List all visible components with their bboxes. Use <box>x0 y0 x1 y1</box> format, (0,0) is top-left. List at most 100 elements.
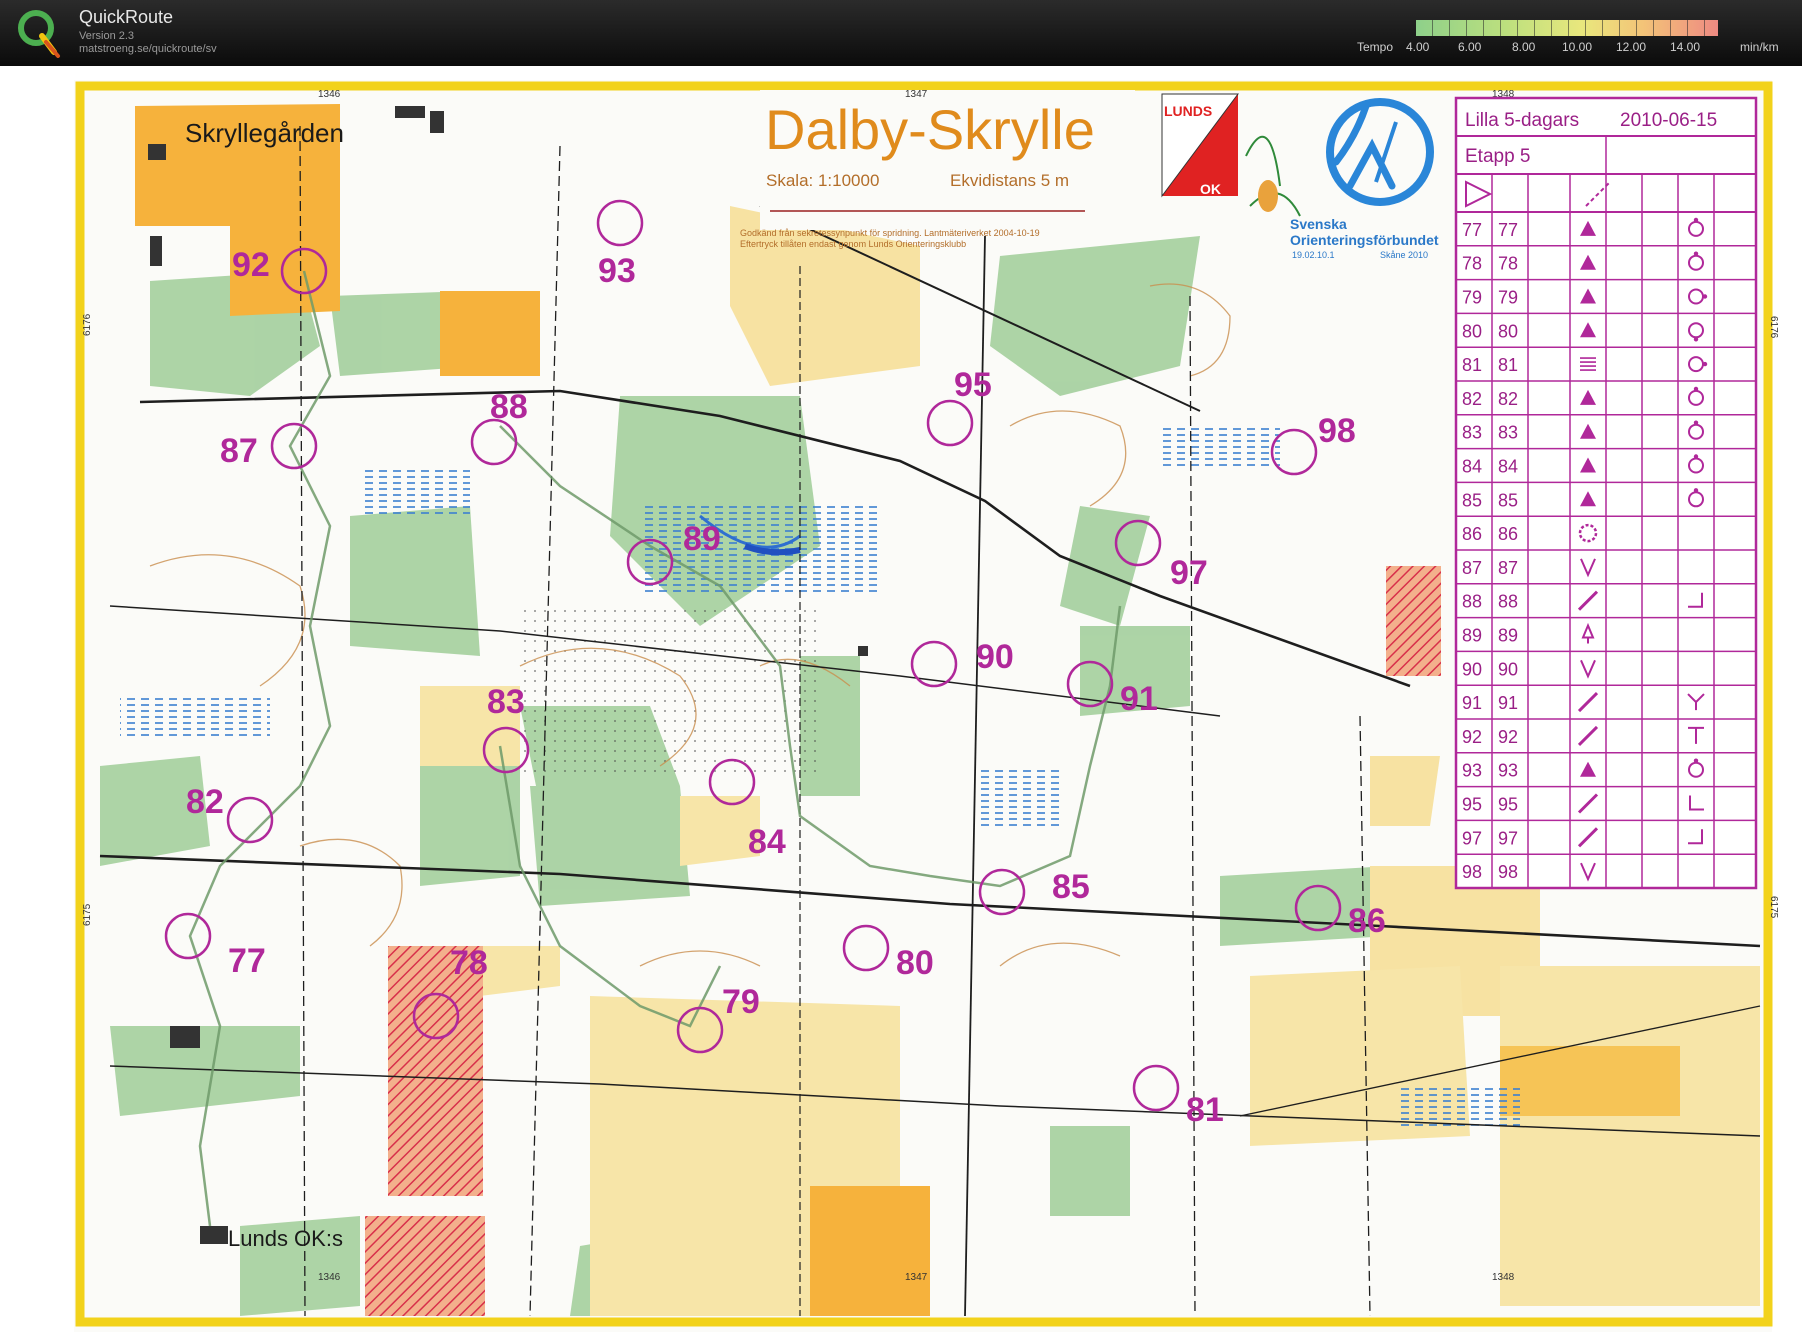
control-seq-number: 79 <box>1462 288 1482 308</box>
app-version: Version 2.3 <box>79 30 135 42</box>
control-seq-number: 78 <box>1462 254 1482 274</box>
control-number: 91 <box>1120 680 1158 718</box>
control-code: 82 <box>1498 389 1518 409</box>
federation-code: 19.02.10.1 <box>1292 250 1335 260</box>
stony-ground <box>520 606 820 776</box>
map-contour-interval: Ekvidistans 5 m <box>950 171 1069 190</box>
control-number: 98 <box>1318 412 1356 450</box>
control-number: 80 <box>896 944 934 982</box>
control-code: 93 <box>1498 761 1518 781</box>
control-seq-number: 83 <box>1462 423 1482 443</box>
club-logo-bottom: OK <box>1200 181 1221 197</box>
grid-label: 6175 <box>82 903 93 926</box>
control-number: 82 <box>186 783 224 821</box>
control-code: 98 <box>1498 862 1518 882</box>
control-number: 93 <box>598 252 636 290</box>
grid-label: 1346 <box>318 1272 341 1283</box>
control-code: 87 <box>1498 558 1518 578</box>
map-title-block: Dalby-Skrylle Skala: 1:10000 Ekvidistans… <box>740 90 1135 249</box>
quickroute-logo-icon <box>18 10 60 58</box>
control-number: 87 <box>220 432 258 470</box>
control-code: 77 <box>1498 220 1518 240</box>
tempo-label: Tempo <box>1357 40 1394 54</box>
map-title: Dalby-Skrylle <box>765 98 1095 161</box>
federation-name-2: Orienteringsförbundet <box>1290 232 1439 248</box>
control-code: 84 <box>1498 457 1518 477</box>
control-code: 89 <box>1498 626 1518 646</box>
control-description-sheet: Lilla 5-dagars 2010-06-15 Etapp 5 77 77 78… <box>1454 96 1758 890</box>
grid-label: 6176 <box>1768 316 1779 339</box>
tempo-tick: 6.00 <box>1458 40 1482 54</box>
control-seq-number: 81 <box>1462 355 1482 375</box>
control-code: 86 <box>1498 524 1518 544</box>
federation-name-1: Svenska <box>1290 216 1347 232</box>
control-code: 95 <box>1498 795 1518 815</box>
grid-label: 1346 <box>318 89 341 100</box>
tempo-tick: 10.00 <box>1562 40 1593 54</box>
app-url[interactable]: matstroeng.se/quickroute/sv <box>79 43 217 55</box>
control-code: 91 <box>1498 693 1518 713</box>
control-number: 78 <box>450 944 488 982</box>
place-name-skryllegarden: Skryllegården <box>185 118 344 148</box>
control-seq-number: 86 <box>1462 524 1482 544</box>
control-number: 84 <box>748 823 786 861</box>
control-number: 88 <box>490 388 528 426</box>
control-code: 97 <box>1498 828 1518 848</box>
app-name: QuickRoute <box>79 7 174 27</box>
grid-label: 1348 <box>1492 1272 1515 1283</box>
control-seq-number: 89 <box>1462 626 1482 646</box>
tempo-tick: 12.00 <box>1616 40 1647 54</box>
control-code: 88 <box>1498 592 1518 612</box>
control-number: 85 <box>1052 868 1090 906</box>
control-number: 81 <box>1186 1091 1224 1129</box>
control-number: 89 <box>683 520 721 558</box>
grid-label: 6175 <box>1768 896 1779 919</box>
control-seq-number: 77 <box>1462 220 1482 240</box>
control-seq-number: 97 <box>1462 828 1482 848</box>
control-number: 90 <box>976 638 1014 676</box>
grid-label: 1347 <box>905 89 928 100</box>
map-fine-print: Godkänd från sekretessynpunkt för spridn… <box>740 228 1040 238</box>
grid-label: 1347 <box>905 1272 928 1283</box>
place-name-lunds-ok: Lunds OK:s <box>228 1226 343 1251</box>
control-code: 90 <box>1498 659 1518 679</box>
event-stage: Etapp 5 <box>1465 146 1531 167</box>
tempo-scale-grid <box>1416 20 1718 36</box>
grid-label: 6176 <box>82 313 93 336</box>
control-seq-number: 93 <box>1462 761 1482 781</box>
control-seq-number: 92 <box>1462 727 1482 747</box>
tempo-tick: 4.00 <box>1406 40 1430 54</box>
control-number: 97 <box>1170 554 1208 592</box>
control-code: 85 <box>1498 490 1518 510</box>
control-code: 83 <box>1498 423 1518 443</box>
control-seq-number: 87 <box>1462 558 1482 578</box>
control-seq-number: 85 <box>1462 490 1482 510</box>
control-code: 81 <box>1498 355 1518 375</box>
app-header-bar: QuickRoute Version 2.3 matstroeng.se/qui… <box>0 0 1802 66</box>
control-number: 79 <box>722 983 760 1021</box>
map-fine-print: Eftertryck tillåten endast genom Lunds O… <box>740 239 966 249</box>
tempo-unit: min/km <box>1740 40 1779 54</box>
control-seq-number: 95 <box>1462 795 1482 815</box>
map-viewport[interactable]: Dalby-Skrylle Skala: 1:10000 Ekvidistans… <box>0 66 1802 1339</box>
event-date: 2010-06-15 <box>1620 110 1717 131</box>
orienteering-map[interactable]: Dalby-Skrylle Skala: 1:10000 Ekvidistans… <box>0 66 1802 1339</box>
tempo-tick: 8.00 <box>1512 40 1536 54</box>
control-seq-number: 80 <box>1462 321 1482 341</box>
control-code: 79 <box>1498 288 1518 308</box>
control-number: 77 <box>228 942 266 980</box>
control-seq-number: 90 <box>1462 659 1482 679</box>
event-name: Lilla 5-dagars <box>1465 110 1579 131</box>
federation-year: Skåne 2010 <box>1380 250 1428 260</box>
control-number: 92 <box>232 246 270 284</box>
control-seq-number: 82 <box>1462 389 1482 409</box>
tempo-tick: 14.00 <box>1670 40 1701 54</box>
control-code: 92 <box>1498 727 1518 747</box>
club-logo-top: LUNDS <box>1164 103 1212 119</box>
control-seq-number: 88 <box>1462 592 1482 612</box>
control-number: 95 <box>954 366 992 404</box>
control-code: 78 <box>1498 254 1518 274</box>
control-seq-number: 98 <box>1462 862 1482 882</box>
control-code: 80 <box>1498 321 1518 341</box>
map-scale: Skala: 1:10000 <box>766 171 879 190</box>
